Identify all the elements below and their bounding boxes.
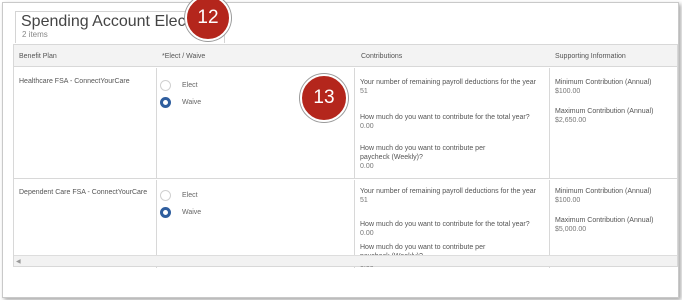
column-header-elect-waive: *Elect / Waive [162,53,206,60]
per-paycheck-contribution[interactable]: How much do you want to contribute per p… [360,144,510,171]
waive-label: Waive [182,209,202,216]
maximum-contribution-value: $2,650.00 [555,117,587,124]
minimum-contribution-label: Minimum Contribution (Annual) [555,188,652,195]
column-header-supporting-information: Supporting Information [555,53,626,60]
remaining-deductions: Your number of remaining payroll deducti… [360,78,540,96]
horizontal-scrollbar[interactable]: ◀ [14,255,677,266]
column-header-benefit-plan: Benefit Plan [19,53,57,60]
minimum-contribution: Minimum Contribution (Annual) $100.00 [555,78,675,96]
table-row: Healthcare FSA - ConnectYourCare Elect W… [14,68,677,179]
waive-radio-option[interactable]: Waive [160,207,201,218]
total-year-contribution-value[interactable]: 0.00 [360,229,540,238]
total-year-contribution[interactable]: How much do you want to contribute for t… [360,113,540,131]
total-year-contribution-label: How much do you want to contribute for t… [360,221,530,228]
per-paycheck-contribution-label: How much do you want to contribute per p… [360,145,486,161]
remaining-deductions: Your number of remaining payroll deducti… [360,187,540,205]
waive-radio-option[interactable]: Waive [160,97,201,108]
total-year-contribution-value[interactable]: 0.00 [360,122,540,131]
elect-label: Elect [182,82,198,89]
benefit-plan-name: Healthcare FSA - ConnectYourCare [19,78,130,85]
waive-radio-button[interactable] [160,207,171,218]
spending-account-elections-panel: Spending Account Elections 2 items Benef… [2,0,679,298]
elect-radio-option[interactable]: Elect [160,190,198,201]
waive-label: Waive [182,99,202,106]
minimum-contribution-label: Minimum Contribution (Annual) [555,79,652,86]
minimum-contribution-value: $100.00 [555,88,581,95]
elect-radio-option[interactable]: Elect [160,80,198,91]
column-header-contributions: Contributions [361,53,403,60]
elections-table: Benefit Plan *Elect / Waive Contribution… [13,44,678,269]
scroll-left-arrow-icon[interactable]: ◀ [16,258,21,265]
maximum-contribution: Maximum Contribution (Annual) $2,650.00 [555,107,675,125]
total-year-contribution[interactable]: How much do you want to contribute for t… [360,220,540,238]
total-year-contribution-label: How much do you want to contribute for t… [360,114,530,121]
elect-label: Elect [182,192,198,199]
minimum-contribution: Minimum Contribution (Annual) $100.00 [555,187,675,205]
maximum-contribution: Maximum Contribution (Annual) $5,000.00 [555,216,675,234]
elect-radio-button[interactable] [160,190,171,201]
table-header: Benefit Plan *Elect / Waive Contribution… [14,45,677,67]
maximum-contribution-label: Maximum Contribution (Annual) [555,108,654,115]
callout-badge-13: 13 [300,74,348,122]
item-count: 2 items [22,30,48,39]
maximum-contribution-value: $5,000.00 [555,226,587,233]
remaining-deductions-label: Your number of remaining payroll deducti… [360,79,537,86]
per-paycheck-contribution-value[interactable]: 0.00 [360,162,510,171]
remaining-deductions-label: Your number of remaining payroll deducti… [360,188,537,195]
minimum-contribution-value: $100.00 [555,197,581,204]
waive-radio-button[interactable] [160,97,171,108]
maximum-contribution-label: Maximum Contribution (Annual) [555,217,654,224]
benefit-plan-name: Dependent Care FSA - ConnectYourCare [19,189,148,196]
remaining-deductions-value: 51 [360,88,368,95]
elect-radio-button[interactable] [160,80,171,91]
remaining-deductions-value: 51 [360,197,368,204]
